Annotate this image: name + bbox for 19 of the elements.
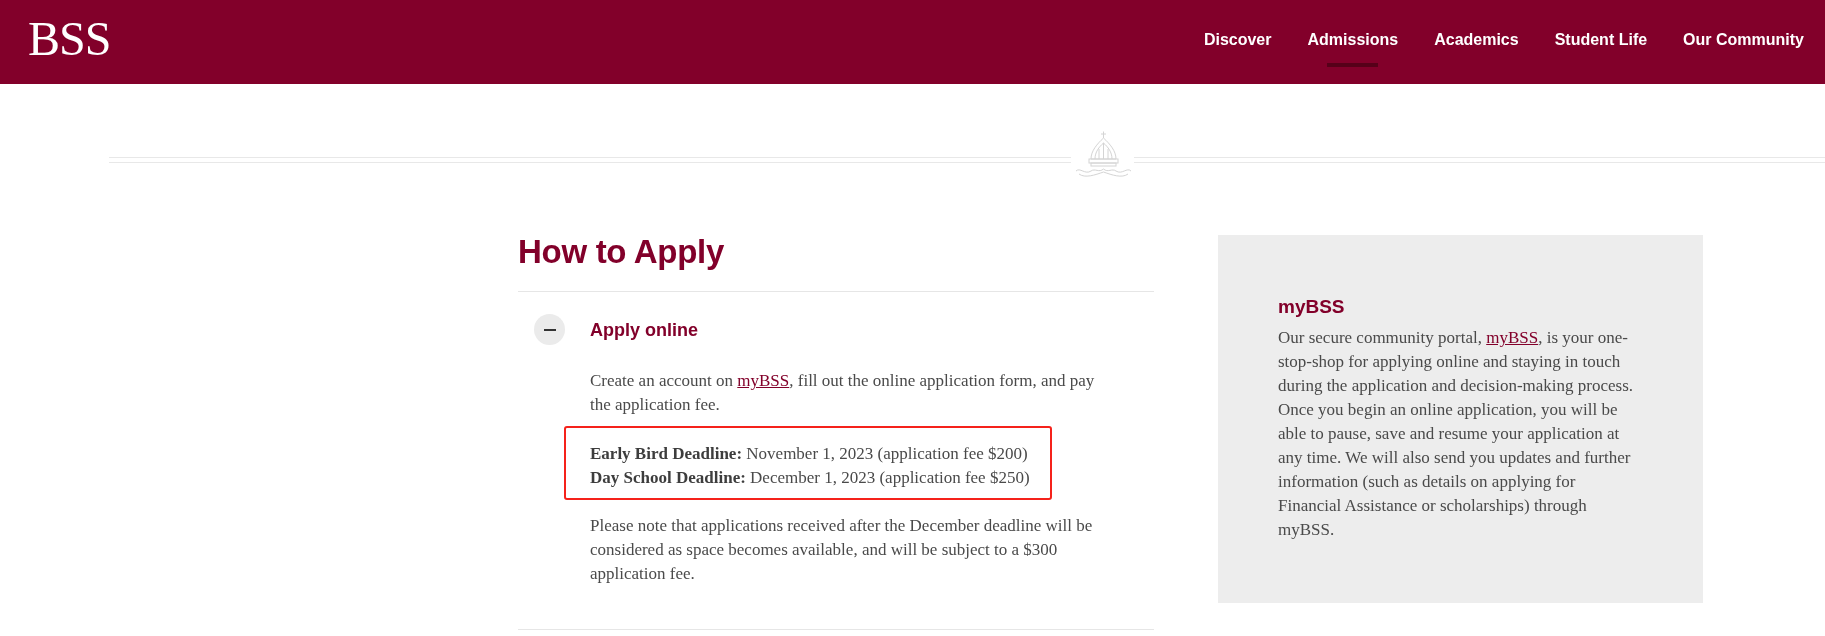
page-title: How to Apply	[518, 232, 725, 272]
nav-link[interactable]: Academics	[1434, 0, 1519, 72]
nav-link[interactable]: Student Life	[1554, 0, 1648, 72]
accordion-toggle[interactable]	[534, 314, 565, 345]
sidebar-text: Our secure community portal, myBSS, is your one-stop-shop for applying online and staying in touch during the application and decision-making process. Once you begin an online application, you will be able to pause, save and resume your application at any time. We will also send you updates and further information (such as details on applying for Financial Assistance or scholarships) through myBSS.	[1278, 327, 1635, 541]
sidebar-title: myBSS	[1278, 295, 1346, 319]
deadline-text: Day School Deadline: December 1, 2023 (application fee $250)	[590, 467, 1030, 489]
minus-icon	[543, 328, 556, 331]
mybss-link[interactable]: myBSS	[1486, 328, 1539, 347]
nav-link[interactable]: Admissions	[1307, 0, 1399, 72]
deadline-text: Early Bird Deadline: November 1, 2023 (application fee $200)	[590, 443, 1029, 465]
mybss-link[interactable]: myBSS	[737, 371, 790, 390]
nav-link[interactable]: Our Community	[1683, 0, 1804, 72]
mitre-icon	[1075, 131, 1132, 179]
nav-link[interactable]: Discover	[1203, 0, 1272, 72]
logo[interactable]: BSS	[28, 15, 111, 63]
note-text: Please note that applications received after the December deadline will be considered as space becomes available, and will be subject to a $300 application fee.	[590, 515, 1094, 585]
intro-text: Create an account on myBSS, fill out the online application form, and pay the application fee.	[590, 370, 1096, 416]
section-heading[interactable]: Apply online	[590, 317, 698, 342]
